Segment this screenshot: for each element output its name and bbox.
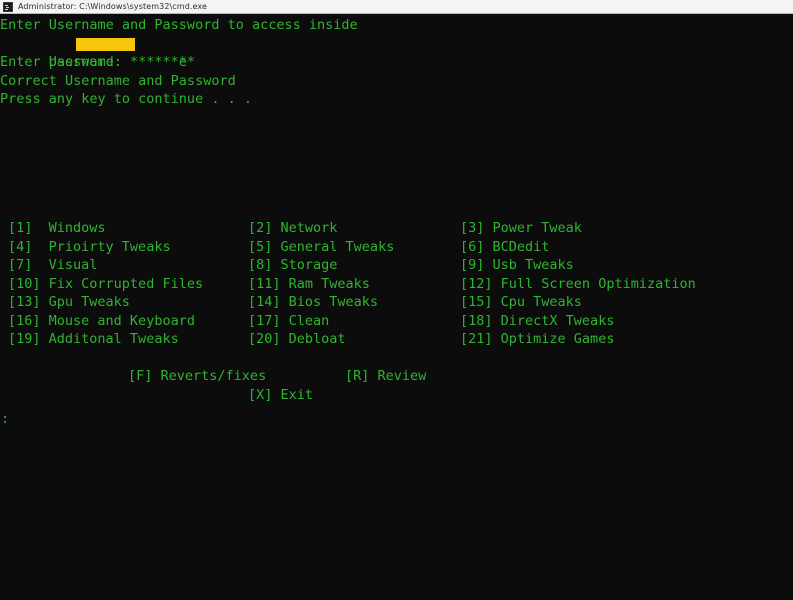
- menu-key-6: [6]: [460, 238, 485, 255]
- menu-item-21[interactable]: [21] Optimize Games: [460, 330, 614, 349]
- menu-key-1: [1]: [8, 220, 33, 236]
- menu-key-4: [4]: [8, 238, 33, 255]
- menu-key-16: [16]: [8, 312, 41, 329]
- menu-label-16: Mouse and Keyboard: [48, 312, 195, 329]
- menu-label-18: DirectX Tweaks: [500, 312, 615, 329]
- menu-key-9: [9]: [460, 257, 485, 273]
- menu-key-review: [R]: [345, 368, 370, 384]
- console-output[interactable]: Enter Username and Password to access in…: [0, 14, 793, 600]
- menu-item-8[interactable]: [8] Storage: [248, 256, 337, 275]
- menu-item-2[interactable]: [2] Network: [248, 219, 337, 238]
- menu-label-10: Fix Corrupted Files: [48, 275, 204, 292]
- menu-item-5[interactable]: [5] General Tweaks: [248, 238, 394, 257]
- cmd-icon: [3, 1, 13, 12]
- menu-label-6: BCDedit: [492, 238, 550, 255]
- menu-label-reverts: Reverts/fixes: [160, 368, 267, 384]
- menu-item-19[interactable]: [19] Additonal Tweaks: [8, 330, 179, 349]
- username-redaction-block: [76, 38, 135, 51]
- menu-item-16[interactable]: [16] Mouse and Keyboard: [8, 312, 195, 331]
- menu-item-6[interactable]: [6] BCDedit: [460, 238, 549, 257]
- menu-key-7: [7]: [8, 257, 33, 273]
- menu-label-13: Gpu Tweaks: [48, 294, 130, 310]
- menu-label-exit: Exit: [280, 386, 314, 403]
- menu-key-14: [14]: [248, 294, 281, 310]
- menu-label-review: Review: [377, 368, 427, 384]
- menu-item-reverts[interactable]: [F] Reverts/fixes: [128, 367, 266, 386]
- menu-item-14[interactable]: [14] Bios Tweaks: [248, 293, 378, 312]
- menu-key-20: [20]: [248, 331, 281, 347]
- menu-label-8: Storage: [280, 257, 338, 273]
- menu-label-14: Bios Tweaks: [288, 294, 379, 310]
- menu-key-21: [21]: [460, 331, 493, 347]
- menu-label-11: Ram Tweaks: [288, 275, 370, 292]
- menu-key-19: [19]: [8, 331, 41, 347]
- menu-label-21: Optimize Games: [500, 331, 615, 347]
- auth-success-line: Correct Username and Password: [0, 72, 236, 89]
- menu-label-4: Prioirty Tweaks: [48, 238, 171, 255]
- menu-label-9: Usb Tweaks: [492, 257, 574, 273]
- menu-label-7: Visual: [48, 257, 98, 273]
- input-prompt[interactable]: :: [1, 410, 9, 429]
- menu-key-12: [12]: [460, 275, 493, 292]
- menu-label-2: Network: [280, 220, 338, 236]
- menu-label-5: General Tweaks: [280, 238, 395, 255]
- menu-label-19: Additonal Tweaks: [48, 331, 179, 347]
- menu-item-1[interactable]: [1] Windows: [8, 219, 106, 238]
- menu-key-18: [18]: [460, 312, 493, 329]
- menu-label-1: Windows: [48, 220, 106, 236]
- menu-key-10: [10]: [8, 275, 41, 292]
- menu-item-20[interactable]: [20] Debloat: [248, 330, 346, 349]
- menu-key-3: [3]: [460, 220, 485, 236]
- press-any-key-line: Press any key to continue . . .: [0, 91, 252, 108]
- login-prompt-line: Enter Username and Password to access in…: [0, 17, 358, 33]
- cmd-window: Administrator: C:\Windows\system32\cmd.e…: [0, 0, 793, 600]
- menu-label-12: Full Screen Optimization: [500, 275, 696, 292]
- menu-key-17: [17]: [248, 312, 281, 329]
- menu-key-5: [5]: [248, 238, 273, 255]
- menu-item-12[interactable]: [12] Full Screen Optimization: [460, 275, 696, 294]
- menu-key-8: [8]: [248, 257, 273, 273]
- menu-item-10[interactable]: [10] Fix Corrupted Files: [8, 275, 203, 294]
- menu-item-9[interactable]: [9] Usb Tweaks: [460, 256, 574, 275]
- menu-item-11[interactable]: [11] Ram Tweaks: [248, 275, 370, 294]
- menu-key-15: [15]: [460, 294, 493, 310]
- menu-label-3: Power Tweak: [492, 220, 582, 236]
- menu-key-reverts: [F]: [128, 368, 153, 384]
- window-title: Administrator: C:\Windows\system32\cmd.e…: [18, 1, 208, 11]
- menu-item-exit[interactable]: [X] Exit: [248, 386, 313, 405]
- menu-key-exit: [X]: [248, 386, 273, 403]
- menu-key-13: [13]: [8, 294, 41, 310]
- menu-label-17: Clean: [288, 312, 330, 329]
- menu-item-15[interactable]: [15] Cpu Tweaks: [460, 293, 582, 312]
- menu-label-15: Cpu Tweaks: [500, 294, 582, 310]
- password-line: Enter password: ********: [0, 54, 196, 71]
- menu-item-13[interactable]: [13] Gpu Tweaks: [8, 293, 130, 312]
- menu-key-2: [2]: [248, 220, 273, 236]
- menu-item-4[interactable]: [4] Prioirty Tweaks: [8, 238, 171, 257]
- title-bar[interactable]: Administrator: C:\Windows\system32\cmd.e…: [0, 0, 793, 14]
- menu-item-7[interactable]: [7] Visual: [8, 256, 97, 275]
- menu-item-18[interactable]: [18] DirectX Tweaks: [460, 312, 614, 331]
- menu-item-3[interactable]: [3] Power Tweak: [460, 219, 582, 238]
- menu-item-review[interactable]: [R] Review: [345, 367, 426, 386]
- menu-label-20: Debloat: [288, 331, 346, 347]
- menu-item-17[interactable]: [17] Clean: [248, 312, 329, 331]
- menu-key-11: [11]: [248, 275, 281, 292]
